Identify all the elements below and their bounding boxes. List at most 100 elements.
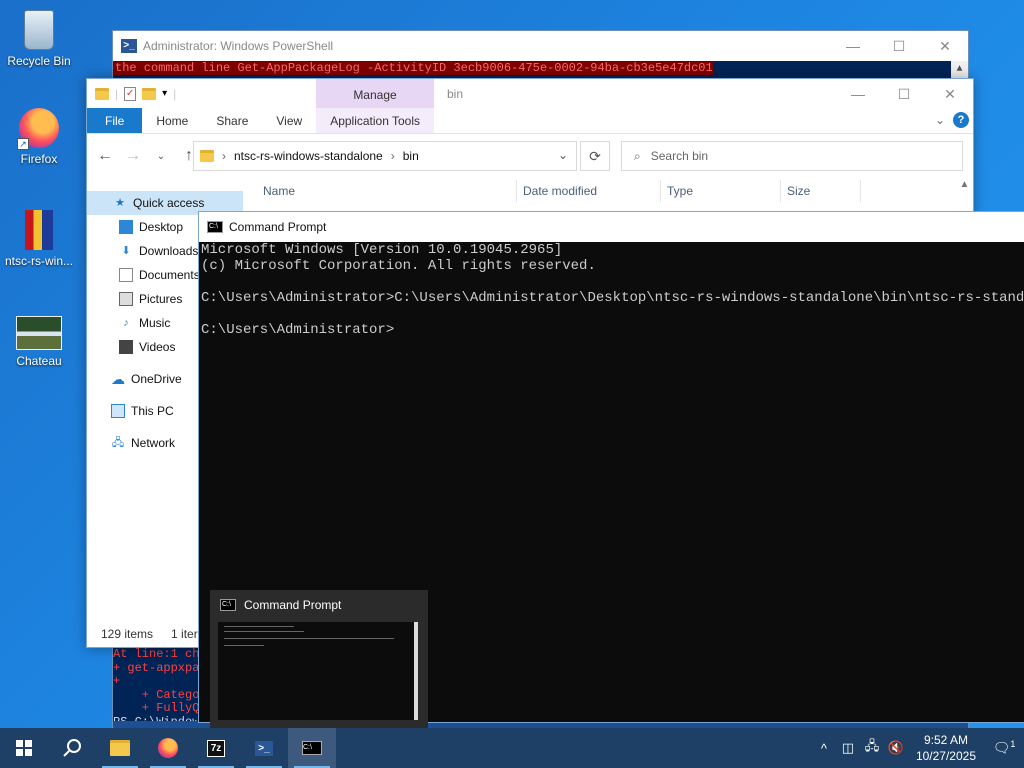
tab-file[interactable]: File [87,108,143,133]
tab-share[interactable]: Share [202,108,262,133]
minimize-button[interactable]: — [835,79,881,109]
downloads-icon: ⬇ [121,245,131,257]
desktop-icon [119,220,133,234]
back-arrow-icon[interactable]: ← [95,147,115,165]
computer-icon [111,404,125,418]
taskbar-command-prompt[interactable]: C:\ [288,728,336,768]
nav-item-label: OneDrive [131,372,182,386]
desktop-icon-label: Firefox [20,152,58,166]
console-line: ​ [201,274,1024,290]
maximize-button[interactable]: ☐ [881,79,927,109]
console-line: ​ [201,306,1024,322]
maximize-button[interactable]: ☐ [876,31,922,61]
minimize-button[interactable]: — [830,31,876,61]
console-line: the command line Get-AppPackageLog -Acti… [113,61,713,75]
expand-ribbon-icon[interactable]: ⌄ [935,113,945,127]
explorer-titlebar[interactable]: | ✓ ▾ | Manage bin — ☐ ✕ [87,79,973,108]
tab-home[interactable]: Home [142,108,202,133]
quick-access-toolbar: | ✓ ▾ | [87,86,176,101]
network-icon: 🖧 [111,437,125,449]
chevron-right-icon: › [222,149,226,163]
new-folder-icon[interactable] [142,87,157,100]
meet-now-icon[interactable]: ◫ [836,740,860,756]
documents-icon [119,268,133,282]
customize-toolbar-icon[interactable]: ▾ [162,88,167,99]
search-icon [63,739,81,757]
command-prompt-icon: C:\ [220,599,236,611]
cmd-console[interactable]: Microsoft Windows [Version 10.0.19045.29… [199,242,1024,338]
taskbar-7zip[interactable]: 7z [192,728,240,768]
column-header-size[interactable]: Size [781,180,861,202]
search-button[interactable] [48,728,96,768]
column-header-name[interactable]: Name [263,180,517,202]
powershell-icon: >_ [121,39,137,53]
firefox-icon [158,738,178,758]
desktop-icon-recycle-bin[interactable]: Recycle Bin [0,10,78,68]
thumbnail-preview[interactable] [218,622,418,720]
properties-icon[interactable]: ✓ [124,86,137,101]
search-placeholder: Search bin [650,149,709,163]
nav-item-label: Music [139,316,171,330]
notification-center-button[interactable]: 🗨1 [984,739,1024,757]
breadcrumb-item[interactable]: ntsc-rs-windows-standalone [234,149,383,163]
command-prompt-icon: C:\ [302,741,322,755]
window-title: Command Prompt [229,220,327,234]
chevron-down-icon[interactable]: ⌄ [558,148,568,162]
desktop-icon-chateau[interactable]: Chateau [0,310,78,368]
powershell-titlebar[interactable]: >_ Administrator: Windows PowerShell — ☐… [113,31,968,61]
nav-item-label: Downloads [139,244,199,258]
powershell-icon: >_ [255,740,273,756]
console-line: (c) Microsoft Corporation. All rights re… [201,258,596,274]
folder-icon [95,87,109,100]
onedrive-icon: ☁ [111,371,125,387]
address-bar[interactable]: › ntsc-rs-windows-standalone › bin ⌄ [193,141,577,171]
close-button[interactable]: ✕ [927,79,973,109]
star-icon: ★ [115,197,125,209]
search-input[interactable]: ⌕ Search bin [621,141,963,171]
console-line: C:\Users\Administrator>C:\Users\Administ… [201,290,1024,306]
taskbar-firefox[interactable] [144,728,192,768]
nav-item-label: Desktop [139,220,184,234]
taskbar-powershell[interactable]: >_ [240,728,288,768]
command-prompt-icon: C:\ [207,221,223,233]
firefox-icon: ↗ [17,108,59,150]
desktop-icon-ntsc-rs[interactable]: ntsc-rs-win... [0,210,78,268]
recent-locations-icon[interactable]: ⌄ [151,151,171,162]
image-thumbnail-icon [16,316,62,350]
tab-view[interactable]: View [262,108,316,133]
scroll-up-icon[interactable]: ▲ [956,179,973,209]
taskbar-file-explorer[interactable] [96,728,144,768]
item-count: 129 items [101,627,154,641]
preview-line [224,626,294,627]
volume-muted-icon[interactable]: 🔇 [884,740,908,756]
help-icon[interactable]: ? [953,112,969,128]
scroll-up-icon[interactable]: ▲ [951,61,968,78]
breadcrumb-item[interactable]: bin [403,149,419,163]
videos-icon [119,340,133,354]
shortcut-arrow-icon: ↗ [17,138,29,150]
system-tray: ^ ◫ 🖧 🔇 9:52 AM 10/27/2025 🗨1 [812,728,1024,768]
separator: | [115,86,119,101]
forward-arrow-icon[interactable]: → [123,147,143,165]
address-bar-row: ← → ⌄ ↑ › ntsc-rs-windows-standalone › b… [87,134,973,178]
column-header-date[interactable]: Date modified [517,180,661,202]
close-button[interactable]: ✕ [922,31,968,61]
nav-item-label: Documents [139,268,200,282]
ribbon-tabs: File Home Share View Application Tools ⌄… [87,108,973,134]
column-headers: Name Date modified Type Size [263,180,955,202]
music-icon: ♪ [123,317,129,329]
cmd-titlebar[interactable]: C:\ Command Prompt [199,212,1024,242]
desktop-icon-label: ntsc-rs-win... [4,254,73,268]
desktop-icon-firefox[interactable]: ↗ Firefox [0,108,78,166]
preview-line [224,631,304,632]
tab-manage[interactable]: Manage [316,79,434,108]
tab-application-tools[interactable]: Application Tools [316,108,435,133]
chevron-up-icon[interactable]: ^ [812,741,836,756]
taskbar-thumbnail[interactable]: C:\ Command Prompt [210,590,428,728]
refresh-button[interactable]: ⟳ [580,141,610,171]
start-button[interactable] [0,728,48,768]
windows-logo-icon [16,740,32,756]
clock[interactable]: 9:52 AM 10/27/2025 [908,732,984,764]
column-header-type[interactable]: Type [661,180,781,202]
network-icon[interactable]: 🖧 [860,737,884,759]
